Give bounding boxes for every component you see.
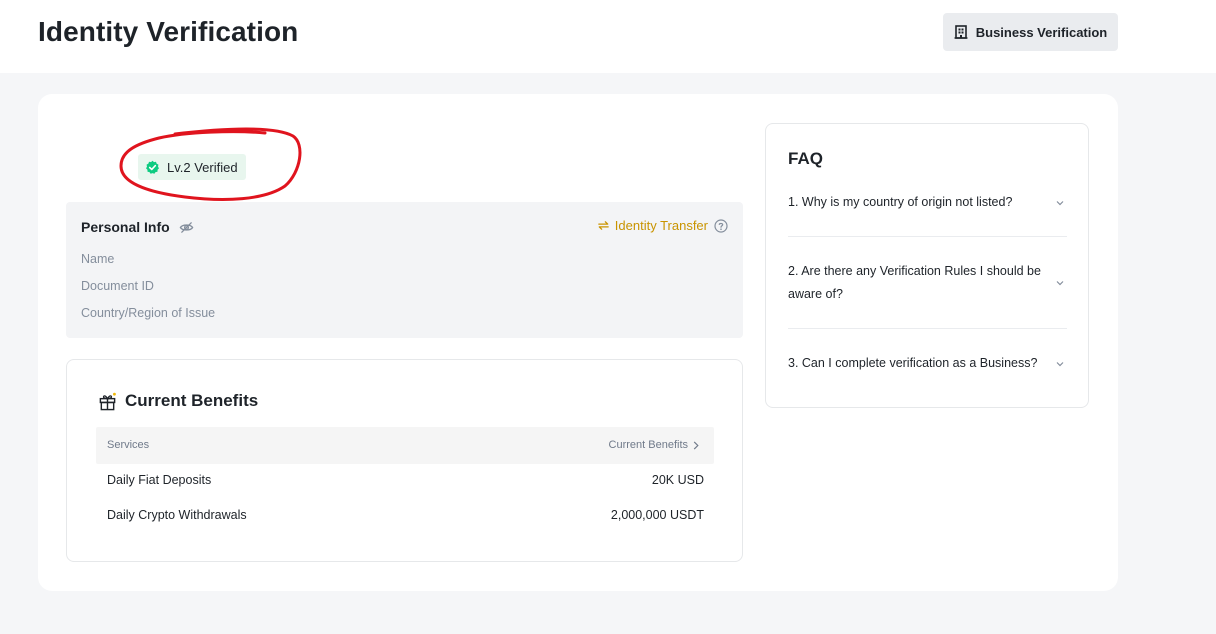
benefits-row: Daily Fiat Deposits 20K USD (107, 473, 704, 487)
benefits-table-header: Services Current Benefits (96, 427, 714, 464)
verified-check-icon (146, 160, 159, 174)
faq-divider (788, 328, 1067, 329)
service-value: 2,000,000 USDT (610, 508, 704, 522)
gift-icon (99, 392, 116, 410)
verification-status-badge: Lv.2 Verified (138, 154, 246, 180)
services-column-header: Services (107, 439, 150, 451)
current-benefits-column-label: Current Benefits (608, 439, 688, 451)
service-name: Daily Crypto Withdrawals (107, 508, 247, 522)
faq-divider (788, 236, 1067, 237)
faq-title: FAQ (788, 149, 823, 168)
personal-info-panel: Personal Info Identity Transfer Name Doc… (66, 202, 743, 338)
business-verification-label: Business Verification (975, 24, 1108, 40)
benefits-title: Current Benefits (125, 391, 259, 410)
chevron-down-icon (1056, 281, 1064, 286)
service-name: Daily Fiat Deposits (107, 473, 212, 487)
eye-off-icon[interactable] (179, 220, 194, 235)
chevron-right-icon (693, 440, 699, 450)
identity-transfer-label: Identity Transfer (614, 218, 708, 233)
page-title: Identity Verification (38, 16, 299, 47)
field-document-id-label: Document ID (81, 279, 154, 293)
faq-item[interactable]: 3. Can I complete verification as a Busi… (788, 352, 1067, 375)
identity-transfer-link[interactable]: Identity Transfer (597, 218, 728, 233)
personal-info-title: Personal Info (81, 219, 170, 235)
current-benefits-card: Current Benefits Services Current Benefi… (66, 359, 743, 562)
faq-question: 2. Are there any Verification Rules I sh… (788, 264, 1041, 301)
faq-question: 1. Why is my country of origin not liste… (788, 195, 1013, 209)
benefits-header: Current Benefits (98, 391, 258, 411)
business-verification-button[interactable]: Business Verification (943, 13, 1118, 51)
building-icon (954, 25, 968, 39)
service-value: 20K USD (651, 473, 704, 487)
verification-status-label: Lv.2 Verified (167, 159, 238, 175)
faq-item[interactable]: 2. Are there any Verification Rules I sh… (788, 260, 1067, 306)
faq-item[interactable]: 1. Why is my country of origin not liste… (788, 191, 1067, 214)
transfer-icon (597, 221, 609, 230)
benefits-row: Daily Crypto Withdrawals 2,000,000 USDT (107, 508, 704, 522)
faq-card: FAQ 1. Why is my country of origin not l… (765, 123, 1089, 408)
help-circle-icon[interactable] (714, 218, 728, 233)
personal-info-header: Personal Info (81, 219, 194, 235)
top-bar: Identity Verification Business Verificat… (0, 0, 1216, 73)
chevron-down-icon (1056, 362, 1064, 367)
current-benefits-column-link[interactable]: Current Benefits (609, 439, 700, 451)
field-country-label: Country/Region of Issue (81, 306, 216, 320)
field-name-label: Name (81, 252, 115, 266)
faq-question: 3. Can I complete verification as a Busi… (788, 356, 1038, 370)
chevron-down-icon (1056, 201, 1064, 206)
